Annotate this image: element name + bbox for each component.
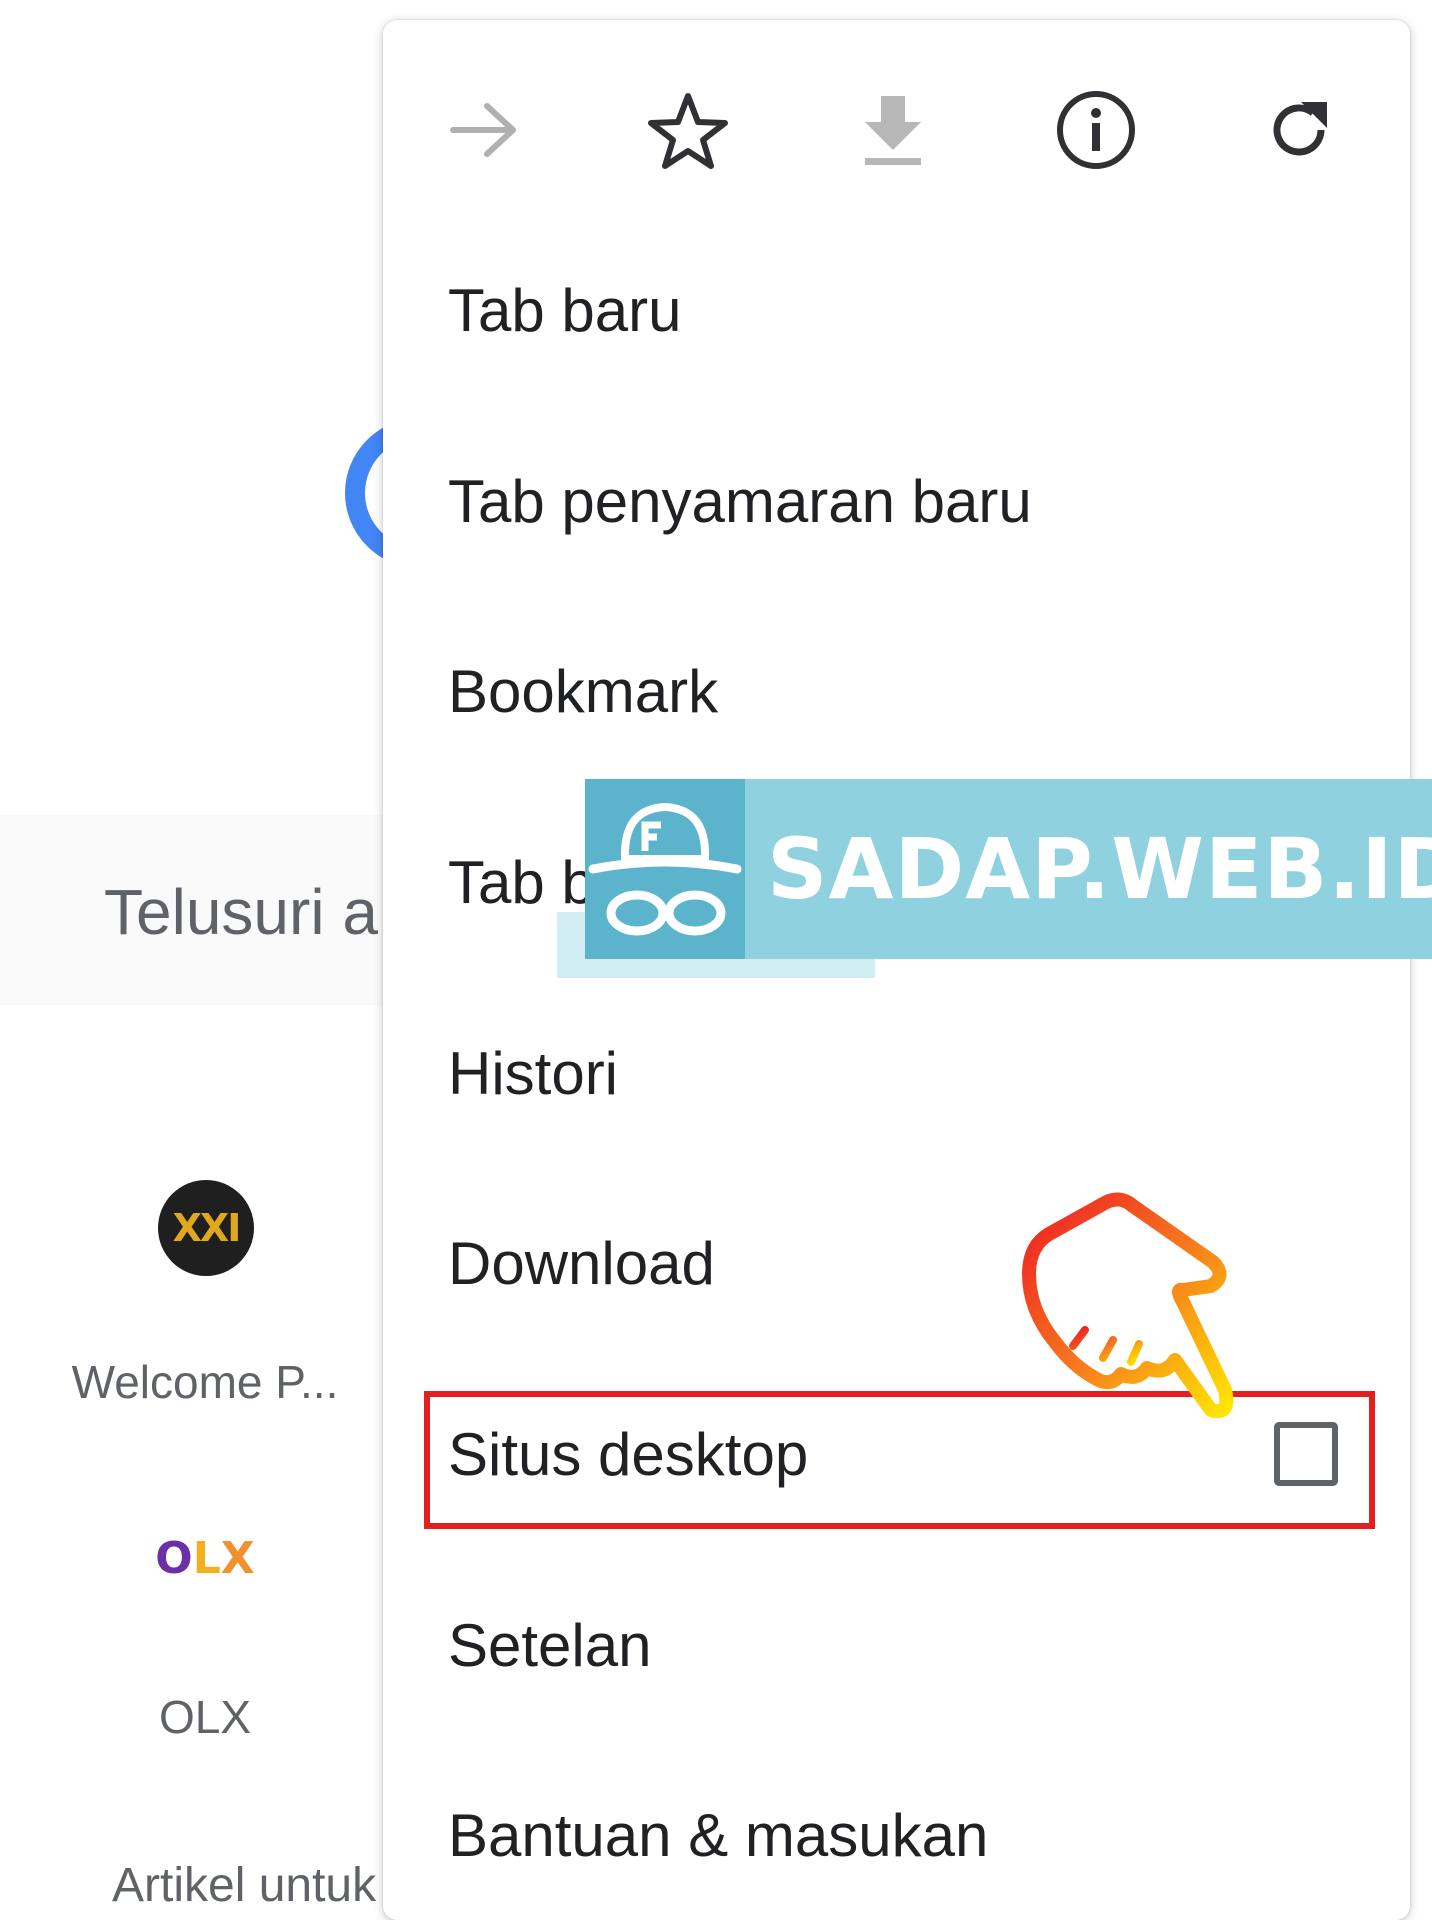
menu-item-label: Bookmark <box>448 657 719 725</box>
menu-item-history[interactable]: Histori <box>448 1003 1370 1143</box>
spy-hat-icon <box>585 779 745 959</box>
info-icon[interactable] <box>1046 80 1146 180</box>
watermark-banner: SADAP.WEB.ID <box>585 779 1432 959</box>
xxi-shortcut-icon[interactable]: XXI <box>158 1180 254 1276</box>
desktop-site-checkbox[interactable] <box>1274 1422 1338 1486</box>
menu-toolbar <box>383 20 1410 220</box>
forward-arrow-icon[interactable] <box>435 80 535 180</box>
menu-item-label: Setelan <box>448 1611 652 1679</box>
refresh-icon[interactable] <box>1249 80 1349 180</box>
menu-item-new-incognito-tab[interactable]: Tab penyamaran baru <box>448 431 1370 571</box>
search-placeholder: Telusuri a <box>104 876 378 948</box>
menu-item-new-tab[interactable]: Tab baru <box>448 240 1370 380</box>
menu-item-settings[interactable]: Setelan <box>448 1575 1370 1715</box>
menu-item-label: Download <box>448 1229 715 1297</box>
pointing-hand-icon <box>1015 1190 1245 1435</box>
articles-heading: Artikel untuk <box>112 1859 377 1912</box>
menu-item-label: Tab penyamaran baru <box>448 467 1032 535</box>
olx-shortcut-label[interactable]: OLX <box>60 1690 350 1744</box>
star-icon[interactable] <box>638 80 738 180</box>
menu-item-bookmarks[interactable]: Bookmark <box>448 621 1370 761</box>
menu-item-label: Histori <box>448 1039 619 1107</box>
menu-item-help-feedback[interactable]: Bantuan & masukan <box>448 1765 1370 1905</box>
menu-item-label: Bantuan & masukan <box>448 1801 989 1869</box>
watermark-text: SADAP.WEB.ID <box>767 820 1432 918</box>
olx-shortcut-icon[interactable]: OLX <box>155 1528 255 1588</box>
download-icon[interactable] <box>843 80 943 180</box>
menu-item-label: Situs desktop <box>448 1420 809 1488</box>
menu-item-label: Tab b <box>448 848 595 916</box>
chrome-overflow-menu: Tab baru Tab penyamaran baru Bookmark Ta… <box>383 20 1410 1920</box>
menu-item-label: Tab baru <box>448 276 682 344</box>
xxi-shortcut-label[interactable]: Welcome P... <box>60 1355 350 1409</box>
